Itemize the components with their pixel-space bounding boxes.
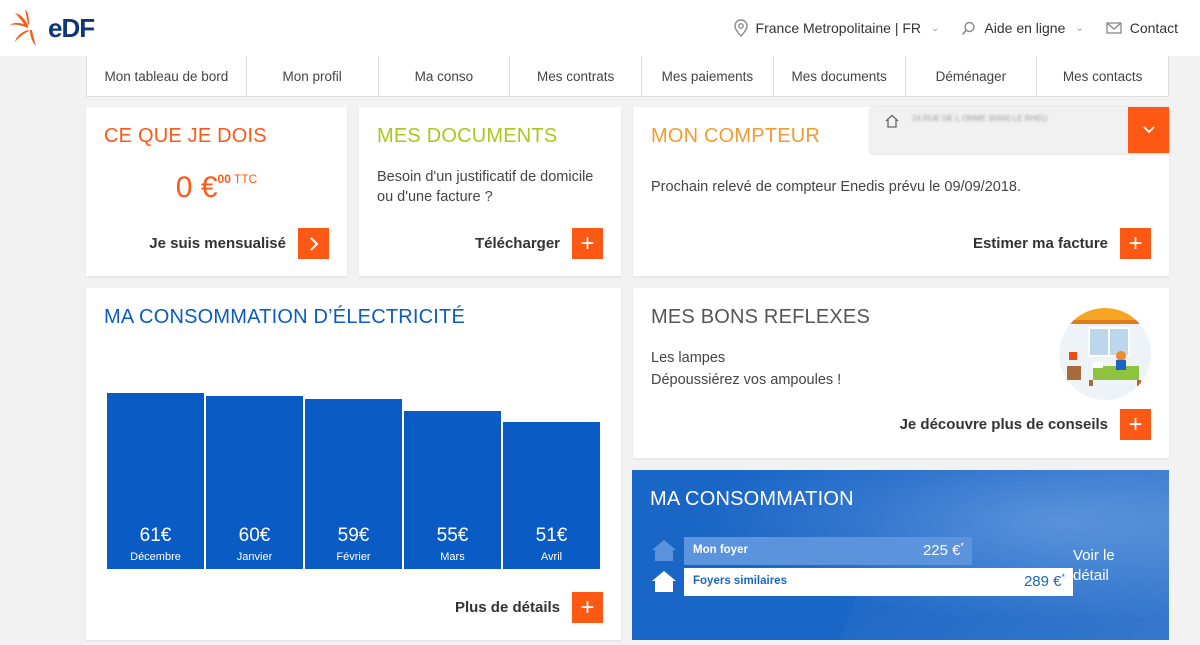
house-icon (652, 540, 676, 561)
bar-value-label: 51€ (535, 525, 568, 546)
bar-month-label: Janvier (236, 551, 273, 563)
bar-month-label: Mars (440, 551, 465, 563)
mensualise-button[interactable]: Je suis mensualisé (149, 228, 329, 259)
action-label: Plus de détails (454, 599, 560, 616)
telecharger-button[interactable]: Télécharger + (475, 228, 603, 259)
plus-icon: + (1120, 409, 1151, 440)
help-label: Aide en ligne (984, 20, 1066, 36)
nav-contacts[interactable]: Mes contacts (1037, 56, 1168, 96)
consumption-chart: 61€ Décembre 60€ Janvier 59€ Février 55€ Mars 51… (86, 288, 621, 640)
edf-sun-icon (10, 9, 36, 46)
decouvre-conseils-button[interactable]: Je découvre plus de conseils + (900, 409, 1151, 440)
compteur-text: Prochain relevé de compteur Enedis prévu… (651, 179, 1021, 195)
nav-tableau-de-bord[interactable]: Mon tableau de bord (87, 56, 247, 96)
documents-text: Besoin d'un justificatif de domicile ou … (377, 169, 594, 205)
nav-profil[interactable]: Mon profil (247, 56, 379, 96)
help-link[interactable]: Aide en ligne ⌄ (961, 20, 1084, 36)
nav-documents[interactable]: Mes documents (774, 56, 906, 96)
amount-cents: 00 (217, 172, 231, 186)
nav-contrats[interactable]: Mes contrats (510, 56, 642, 96)
top-links: France Metropolitaine | FR ⌄ Aide en lig… (733, 0, 1200, 56)
chevron-right-icon (298, 228, 329, 259)
chevron-down-icon (1142, 126, 1155, 134)
value-text: 289 € (1023, 573, 1062, 590)
amount-value: 0 € (175, 171, 218, 204)
header: eDF France Metropolitaine | FR ⌄ Aide en… (0, 0, 1200, 56)
main-nav: Mon tableau de bord Mon profil Ma conso … (86, 56, 1169, 97)
mon-foyer-bar: Mon foyer 225 €* (684, 537, 972, 565)
address-selector[interactable]: 24 RUE DE L ORME 35600 LE RHEU (870, 107, 1169, 153)
value-text: 225 € (922, 542, 961, 559)
voir-line2: détail (1073, 567, 1109, 584)
bar-month-label: Février (336, 551, 371, 563)
card-bons-reflexes: MES BONS REFLEXES Les lampes Dépoussiére… (633, 288, 1169, 458)
foyers-similaires-bar: Foyers similaires 289 €* (684, 568, 1073, 596)
contact-link[interactable]: Contact (1106, 20, 1178, 36)
bar-value-label: 55€ (436, 525, 469, 546)
nav-conso[interactable]: Ma conso (379, 56, 511, 96)
chart-bar[interactable]: 60€ Janvier (206, 396, 303, 569)
bedroom-illustration (1059, 308, 1151, 400)
asterisk: * (1061, 572, 1065, 582)
chart-bar[interactable]: 59€ Février (305, 399, 402, 569)
reflexes-line2: Dépoussiérez vos ampoules ! (651, 372, 842, 388)
address-text: 24 RUE DE L ORME 35600 LE RHEU (912, 114, 1048, 123)
card-title: CE QUE JE DOIS (104, 125, 267, 147)
card-consommation-electricite: MA CONSOMMATION D’ÉLECTRICITÉ 61€ Décembr… (86, 288, 621, 640)
bar-value-label: 60€ (238, 525, 271, 546)
home-icon (885, 114, 899, 133)
card-mes-documents: MES DOCUMENTS Besoin d'un justificatif d… (359, 107, 621, 276)
card-mon-compteur: MON COMPTEUR 24 RUE DE L ORME 35600 LE R… (633, 107, 1169, 276)
plus-icon: + (572, 228, 603, 259)
chart-bar[interactable]: 61€ Décembre (107, 393, 204, 569)
bar-value-label: 59€ (337, 525, 370, 546)
region-label: France Metropolitaine | FR (755, 20, 922, 36)
reflexes-line1: Les lampes (651, 350, 726, 366)
voir-line1: Voir le (1073, 547, 1115, 564)
plus-icon: + (1120, 228, 1151, 259)
region-selector[interactable]: France Metropolitaine | FR ⌄ (733, 19, 940, 37)
bar-month-label: Décembre (130, 551, 181, 563)
action-label: Estimer ma facture (972, 235, 1108, 252)
plus-icon: + (572, 592, 603, 623)
contact-label: Contact (1129, 20, 1178, 36)
location-pin-icon (733, 19, 748, 37)
house-icon (652, 571, 676, 592)
card-title: MES BONS REFLEXES (651, 306, 871, 328)
plus-de-details-button[interactable]: Plus de détails + (455, 592, 603, 623)
logo-text: eDF (48, 12, 95, 43)
amount-suffix: TTC (233, 172, 258, 186)
amount-due: 0 €00 TTC (86, 171, 347, 205)
estimer-facture-button[interactable]: Estimer ma facture + (973, 228, 1151, 259)
action-label: Télécharger (474, 235, 560, 252)
card-title: MES DOCUMENTS (377, 125, 558, 147)
chart-bar[interactable]: 51€ Avril (503, 422, 600, 569)
envelope-icon (1106, 22, 1122, 34)
search-icon (961, 21, 976, 36)
card-title: MA CONSOMMATION (650, 488, 854, 510)
action-label: Je découvre plus de conseils (899, 416, 1108, 433)
bar-month-label: Avril (540, 551, 563, 563)
chevron-down-icon: ⌄ (931, 22, 940, 34)
chart-bar[interactable]: 55€ Mars (404, 411, 501, 569)
mon-foyer-label: Mon foyer (693, 544, 748, 556)
card-title: MON COMPTEUR (651, 125, 821, 147)
address-dropdown-button[interactable] (1128, 107, 1169, 153)
mon-foyer-value: 225 €* (923, 541, 964, 559)
edf-logo[interactable]: eDF (8, 8, 108, 48)
nav-demenager[interactable]: Déménager (906, 56, 1038, 96)
foyers-similaires-label: Foyers similaires (693, 575, 787, 587)
bar-value-label: 61€ (139, 525, 172, 546)
voir-detail-link[interactable]: Voir le détail (1073, 546, 1115, 586)
chevron-down-icon: ⌄ (1075, 22, 1084, 34)
nav-paiements[interactable]: Mes paiements (642, 56, 774, 96)
foyers-similaires-value: 289 €* (1024, 572, 1065, 590)
asterisk: * (960, 541, 964, 551)
action-label: Je suis mensualisé (149, 235, 286, 252)
card-ce-que-je-dois: CE QUE JE DOIS 0 €00 TTC Je suis mensuali… (86, 107, 347, 276)
